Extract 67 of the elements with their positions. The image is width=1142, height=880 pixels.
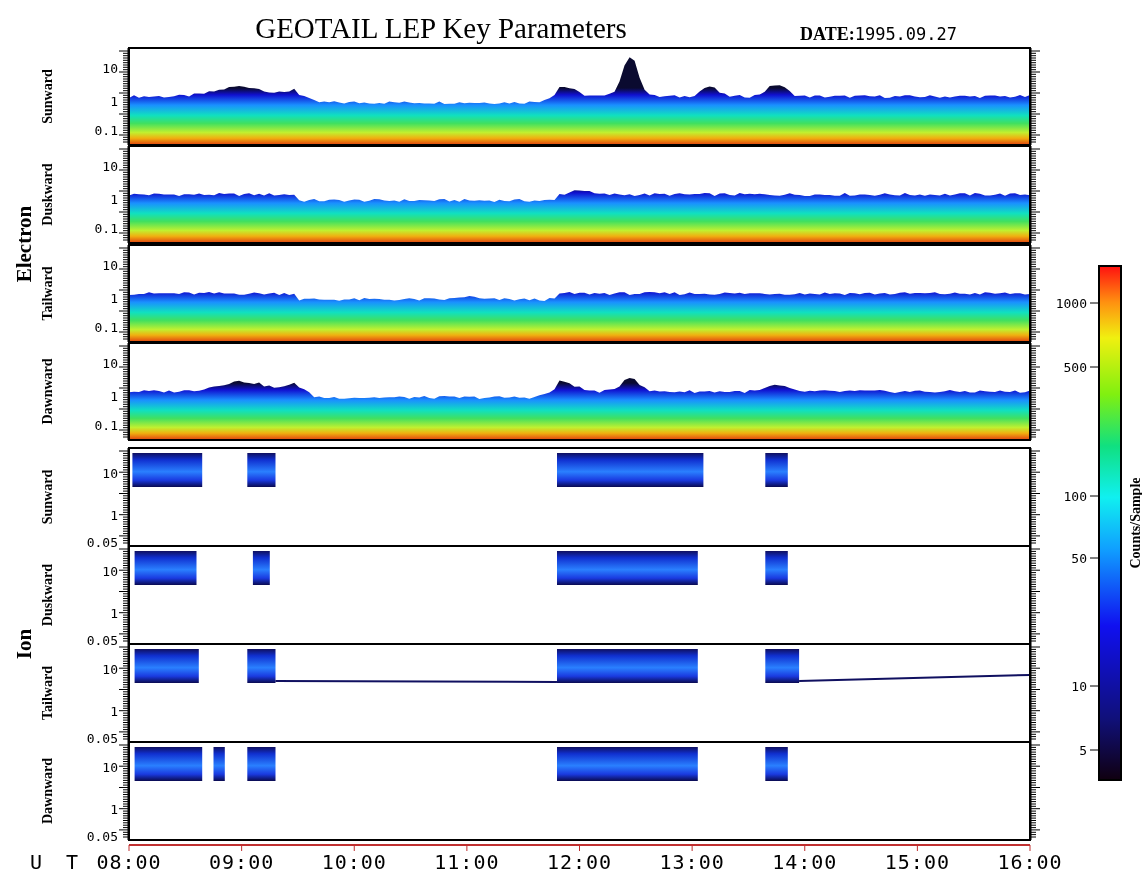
tick-mark — [804, 844, 806, 852]
time-tick-label: 10:00 — [321, 850, 387, 874]
chart-title: GEOTAIL LEP Key Parameters — [255, 12, 627, 44]
color-tick-label: 5 — [1079, 743, 1087, 758]
y-tick-label: 1 — [110, 704, 118, 719]
y-tick-label: 1 — [110, 802, 118, 817]
panel-label: Tailward — [40, 666, 55, 720]
time-axis-label: U T — [30, 850, 85, 874]
panel-label: Duskward — [40, 163, 55, 226]
y-tick-label: 10 — [102, 356, 118, 371]
panel-label: Sunward — [40, 69, 55, 124]
tick-mark — [1089, 749, 1100, 751]
y-tick-label: 10 — [102, 662, 118, 677]
panel-label: Sunward — [40, 469, 55, 525]
y-tick-label: 10 — [102, 760, 118, 775]
tick-mark — [1089, 685, 1100, 687]
y-tick-label: 1 — [110, 389, 118, 404]
tick-mark — [466, 844, 468, 852]
color-tick-label: 500 — [1063, 360, 1087, 375]
tick-mark — [1089, 495, 1100, 497]
y-tick-label: 10 — [102, 564, 118, 579]
y-tick-label: 1 — [110, 291, 118, 306]
time-tick-label: 13:00 — [659, 850, 725, 874]
time-tick-label: 12:00 — [546, 850, 613, 874]
time-tick-label: 16:00 — [997, 850, 1063, 874]
tick-mark — [353, 844, 355, 852]
tick-mark — [241, 844, 243, 852]
time-tick-label: 11:00 — [434, 850, 500, 874]
tick-mark — [579, 844, 580, 852]
panel-label: Duskward — [40, 563, 55, 627]
tick-mark — [128, 844, 130, 852]
time-tick-label: 15:00 — [884, 850, 950, 874]
panel-label: Tailward — [40, 266, 55, 321]
tick-mark — [1029, 844, 1031, 852]
y-tick-label: 0.1 — [94, 123, 118, 138]
time-tick-label: 08:00 — [96, 850, 162, 874]
y-tick-label: 10 — [102, 258, 118, 273]
y-tick-label: 10 — [102, 159, 118, 174]
y-tick-label: 0.1 — [94, 221, 118, 236]
y-tick-label: 0.05 — [86, 535, 118, 550]
y-tick-label: 1 — [110, 606, 118, 621]
color-tick-label: 1000 — [1055, 296, 1087, 311]
color-tick-label: 10 — [1071, 679, 1087, 694]
color-tick-label: 50 — [1071, 551, 1087, 566]
y-tick-label: 10 — [102, 61, 118, 76]
group-label: Electron — [12, 205, 36, 283]
y-tick-label: 0.05 — [86, 829, 118, 844]
tick-mark — [916, 844, 918, 852]
panel-label: Dawnward — [40, 757, 55, 825]
y-tick-label: 0.1 — [94, 418, 118, 433]
y-tick-label: 1 — [110, 192, 118, 207]
date-label: DATE:1995.09.27 — [800, 24, 958, 44]
y-tick-label: 1 — [110, 508, 118, 523]
color-tick-label: 100 — [1063, 489, 1087, 504]
tick-mark — [1089, 366, 1100, 368]
tick-mark — [1089, 557, 1100, 559]
group-label: Ion — [12, 628, 36, 660]
time-tick-label: 14:00 — [772, 850, 838, 874]
tick-mark — [1089, 302, 1100, 304]
y-tick-label: 0.05 — [86, 633, 118, 648]
y-tick-label: 10 — [102, 466, 118, 481]
time-tick-label: 09:00 — [209, 850, 275, 874]
tick-mark — [691, 844, 693, 852]
y-tick-label: 0.05 — [86, 731, 118, 746]
panel-label: Dawnward — [40, 358, 55, 425]
y-tick-label: 1 — [110, 94, 118, 109]
y-tick-label: 0.1 — [94, 320, 118, 335]
